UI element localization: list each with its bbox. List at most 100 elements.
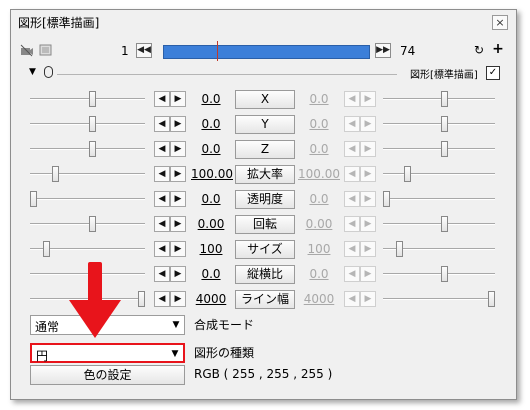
start-value[interactable]: 100.00 <box>191 167 233 181</box>
close-button[interactable]: × <box>492 15 508 30</box>
increment-icon[interactable]: ▶ <box>360 216 376 232</box>
increment-icon[interactable]: ▶ <box>170 291 186 307</box>
end-slider-thumb[interactable] <box>441 216 448 232</box>
start-value[interactable]: 0.0 <box>191 92 231 106</box>
param-name-button[interactable]: 回転 <box>235 215 295 234</box>
decrement-icon[interactable]: ◀ <box>344 266 360 282</box>
increment-icon[interactable]: ▶ <box>170 266 186 282</box>
param-name-button[interactable]: サイズ <box>235 240 295 259</box>
fast-forward-button[interactable]: ▶▶ <box>375 43 391 58</box>
param-name-button[interactable]: ライン幅 <box>235 290 295 309</box>
camera-icon[interactable] <box>20 44 34 57</box>
start-value[interactable]: 0.0 <box>191 117 231 131</box>
start-value[interactable]: 0.0 <box>191 142 231 156</box>
object-enable-checkbox[interactable]: ✓ <box>486 66 500 80</box>
rewind-button[interactable]: ◀◀ <box>136 43 152 58</box>
start-value-stepper[interactable]: ◀ ▶ <box>154 266 186 282</box>
decrement-icon[interactable]: ◀ <box>344 216 360 232</box>
decrement-icon[interactable]: ◀ <box>154 166 170 182</box>
param-name-button[interactable]: Y <box>235 115 295 134</box>
decrement-icon[interactable]: ◀ <box>344 91 360 107</box>
start-value-stepper[interactable]: ◀ ▶ <box>154 116 186 132</box>
increment-icon[interactable]: ▶ <box>170 91 186 107</box>
increment-icon[interactable]: ▶ <box>360 91 376 107</box>
start-value[interactable]: 0.0 <box>191 267 231 281</box>
end-value-stepper[interactable]: ◀ ▶ <box>344 291 376 307</box>
end-value[interactable]: 4000 <box>298 292 340 306</box>
increment-icon[interactable]: ▶ <box>360 166 376 182</box>
decrement-icon[interactable]: ◀ <box>154 216 170 232</box>
end-value[interactable]: 0.00 <box>298 217 340 231</box>
end-value-stepper[interactable]: ◀ ▶ <box>344 141 376 157</box>
timeline-bar[interactable] <box>163 45 370 59</box>
end-value[interactable]: 0.0 <box>298 192 340 206</box>
end-slider-thumb[interactable] <box>441 91 448 107</box>
decrement-icon[interactable]: ◀ <box>344 166 360 182</box>
decrement-icon[interactable]: ◀ <box>344 116 360 132</box>
end-value[interactable]: 0.0 <box>298 117 340 131</box>
end-value[interactable]: 100.00 <box>298 167 340 181</box>
start-slider-track[interactable] <box>30 173 145 175</box>
increment-icon[interactable]: ▶ <box>360 141 376 157</box>
start-value-stepper[interactable]: ◀ ▶ <box>154 166 186 182</box>
start-value-stepper[interactable]: ◀ ▶ <box>154 291 186 307</box>
increment-icon[interactable]: ▶ <box>360 291 376 307</box>
start-slider-thumb[interactable] <box>89 116 96 132</box>
start-slider-track[interactable] <box>30 198 145 200</box>
decrement-icon[interactable]: ◀ <box>154 291 170 307</box>
increment-icon[interactable]: ▶ <box>170 216 186 232</box>
start-slider-track[interactable] <box>30 98 145 100</box>
end-value[interactable]: 100 <box>298 242 340 256</box>
end-value-stepper[interactable]: ◀ ▶ <box>344 91 376 107</box>
start-value-stepper[interactable]: ◀ ▶ <box>154 191 186 207</box>
start-slider-thumb[interactable] <box>89 91 96 107</box>
end-value[interactable]: 0.0 <box>298 142 340 156</box>
end-slider-thumb[interactable] <box>441 141 448 157</box>
param-name-button[interactable]: 透明度 <box>235 190 295 209</box>
start-slider-track[interactable] <box>30 123 145 125</box>
decrement-icon[interactable]: ◀ <box>154 141 170 157</box>
increment-icon[interactable]: ▶ <box>170 166 186 182</box>
increment-icon[interactable]: ▶ <box>170 241 186 257</box>
shape-type-select[interactable]: 円 ▼ <box>30 343 185 363</box>
start-slider-track[interactable] <box>30 148 145 150</box>
color-settings-button[interactable]: 色の設定 <box>30 365 185 385</box>
start-slider-thumb[interactable] <box>43 241 50 257</box>
end-slider-thumb[interactable] <box>488 291 495 307</box>
start-slider-track[interactable] <box>30 223 145 225</box>
end-slider-track[interactable] <box>383 123 495 125</box>
decrement-icon[interactable]: ◀ <box>154 241 170 257</box>
end-slider-track[interactable] <box>383 298 495 300</box>
start-slider-thumb[interactable] <box>52 166 59 182</box>
increment-icon[interactable]: ▶ <box>360 241 376 257</box>
end-value[interactable]: 0.0 <box>298 92 340 106</box>
end-value-stepper[interactable]: ◀ ▶ <box>344 191 376 207</box>
end-slider-track[interactable] <box>383 223 495 225</box>
start-value-stepper[interactable]: ◀ ▶ <box>154 216 186 232</box>
end-value-stepper[interactable]: ◀ ▶ <box>344 216 376 232</box>
end-value-stepper[interactable]: ◀ ▶ <box>344 116 376 132</box>
decrement-icon[interactable]: ◀ <box>344 191 360 207</box>
end-value-stepper[interactable]: ◀ ▶ <box>344 241 376 257</box>
collapse-arrow-icon[interactable]: ▼ <box>29 67 36 77</box>
decrement-icon[interactable]: ◀ <box>344 141 360 157</box>
display-icon[interactable] <box>39 44 52 57</box>
refresh-icon[interactable]: ↻ <box>472 43 486 57</box>
increment-icon[interactable]: ▶ <box>170 116 186 132</box>
timeline-cursor[interactable] <box>217 41 218 61</box>
start-value[interactable]: 100 <box>191 242 231 256</box>
param-name-button[interactable]: 拡大率 <box>235 165 295 184</box>
end-slider-track[interactable] <box>383 173 495 175</box>
start-value[interactable]: 0.0 <box>191 192 231 206</box>
decrement-icon[interactable]: ◀ <box>344 241 360 257</box>
increment-icon[interactable]: ▶ <box>170 141 186 157</box>
decrement-icon[interactable]: ◀ <box>154 91 170 107</box>
end-slider-track[interactable] <box>383 273 495 275</box>
start-value-stepper[interactable]: ◀ ▶ <box>154 241 186 257</box>
end-slider-thumb[interactable] <box>383 191 390 207</box>
start-value[interactable]: 0.00 <box>191 217 231 231</box>
decrement-icon[interactable]: ◀ <box>344 291 360 307</box>
end-slider-track[interactable] <box>383 148 495 150</box>
end-value-stepper[interactable]: ◀ ▶ <box>344 166 376 182</box>
decrement-icon[interactable]: ◀ <box>154 116 170 132</box>
